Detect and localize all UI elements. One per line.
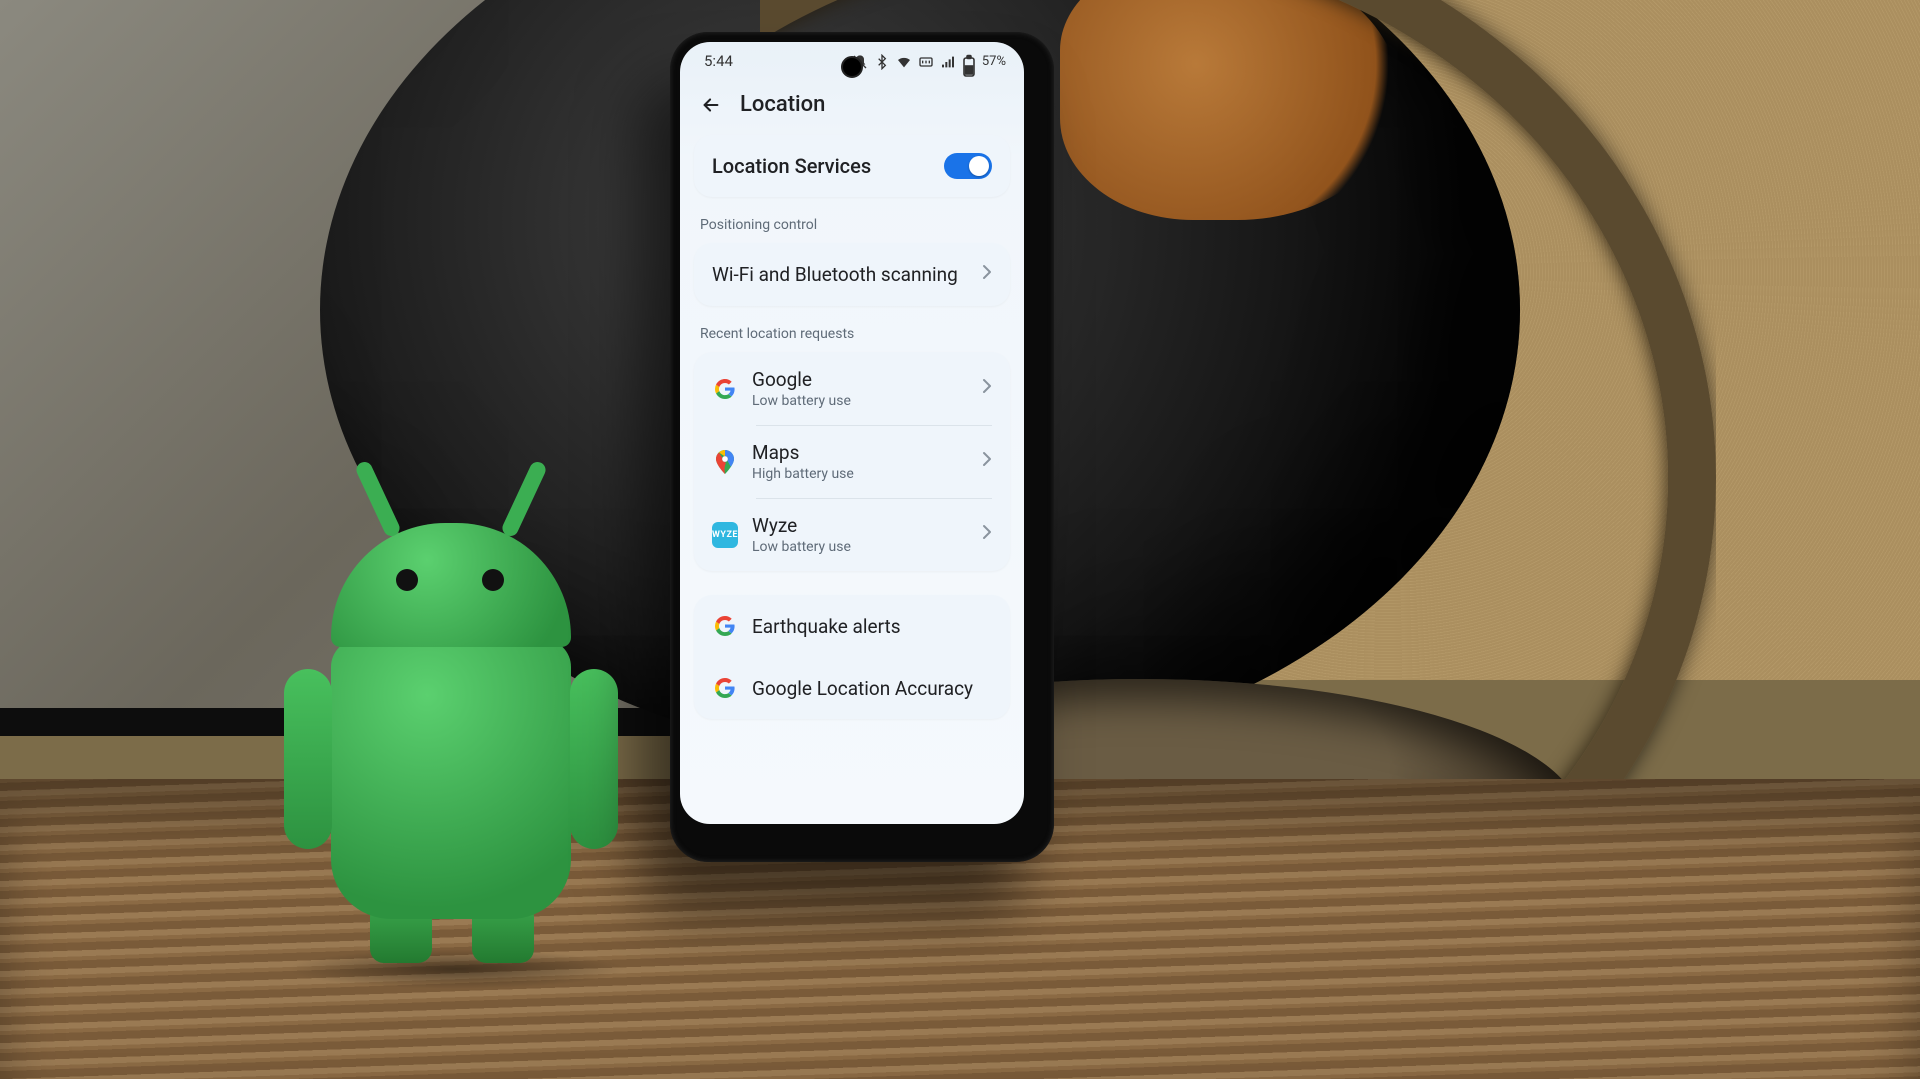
recent-app-subtitle: Low battery use [752,539,968,555]
location-service-row[interactable]: Google Location Accuracy [694,657,1010,719]
recent-app-row[interactable]: WYZE Wyze Low battery use [694,498,1010,571]
camera-notch [841,56,863,78]
chevron-right-icon [982,451,992,472]
phone-screen: 5:44 [680,42,1024,824]
location-services-card: Earthquake alerts Google Location Accurac… [694,595,1010,719]
wyze-icon: WYZE [712,522,738,548]
google-icon [712,376,738,402]
google-icon [712,613,738,639]
status-time: 5:44 [704,52,733,70]
location-service-label: Earthquake alerts [752,615,901,638]
positioning-card: Wi-Fi and Bluetooth scanning [694,243,1010,306]
page-title: Location [740,92,825,117]
battery-icon [962,54,976,68]
section-label-positioning: Positioning control [694,217,1010,243]
recent-app-row[interactable]: Maps High battery use [694,425,1010,498]
signal-icon [940,54,956,68]
recent-requests-card: Google Low battery use Maps High battery us… [694,352,1010,571]
vowifi-icon [918,54,934,68]
location-services-toggle-row[interactable]: Location Services [694,135,1010,197]
chevron-right-icon [982,264,992,285]
maps-icon [712,449,738,475]
chevron-right-icon [982,378,992,399]
wifi-bluetooth-scanning-row[interactable]: Wi-Fi and Bluetooth scanning [694,243,1010,306]
status-right-icons: 57% [852,54,1006,69]
battery-percent: 57% [982,54,1006,69]
location-service-row[interactable]: Earthquake alerts [694,595,1010,657]
location-services-switch[interactable] [944,153,992,179]
phone-frame: 5:44 [670,32,1054,862]
location-service-label: Google Location Accuracy [752,677,973,700]
bluetooth-icon [874,54,890,68]
wifi-icon [896,54,912,68]
location-services-label: Location Services [712,154,871,178]
android-figurine [296,489,606,919]
recent-app-name: Google [752,368,968,391]
settings-header: Location [680,76,1024,135]
google-icon [712,675,738,701]
section-label-recent: Recent location requests [694,326,1010,352]
chevron-right-icon [982,524,992,545]
recent-app-name: Maps [752,441,968,464]
recent-app-subtitle: High battery use [752,466,968,482]
recent-app-row[interactable]: Google Low battery use [694,352,1010,425]
back-button[interactable] [700,94,722,116]
wifi-bluetooth-scanning-label: Wi-Fi and Bluetooth scanning [712,263,958,286]
recent-app-subtitle: Low battery use [752,393,968,409]
recent-app-name: Wyze [752,514,968,537]
photo-scene: 5:44 [0,0,1920,1079]
